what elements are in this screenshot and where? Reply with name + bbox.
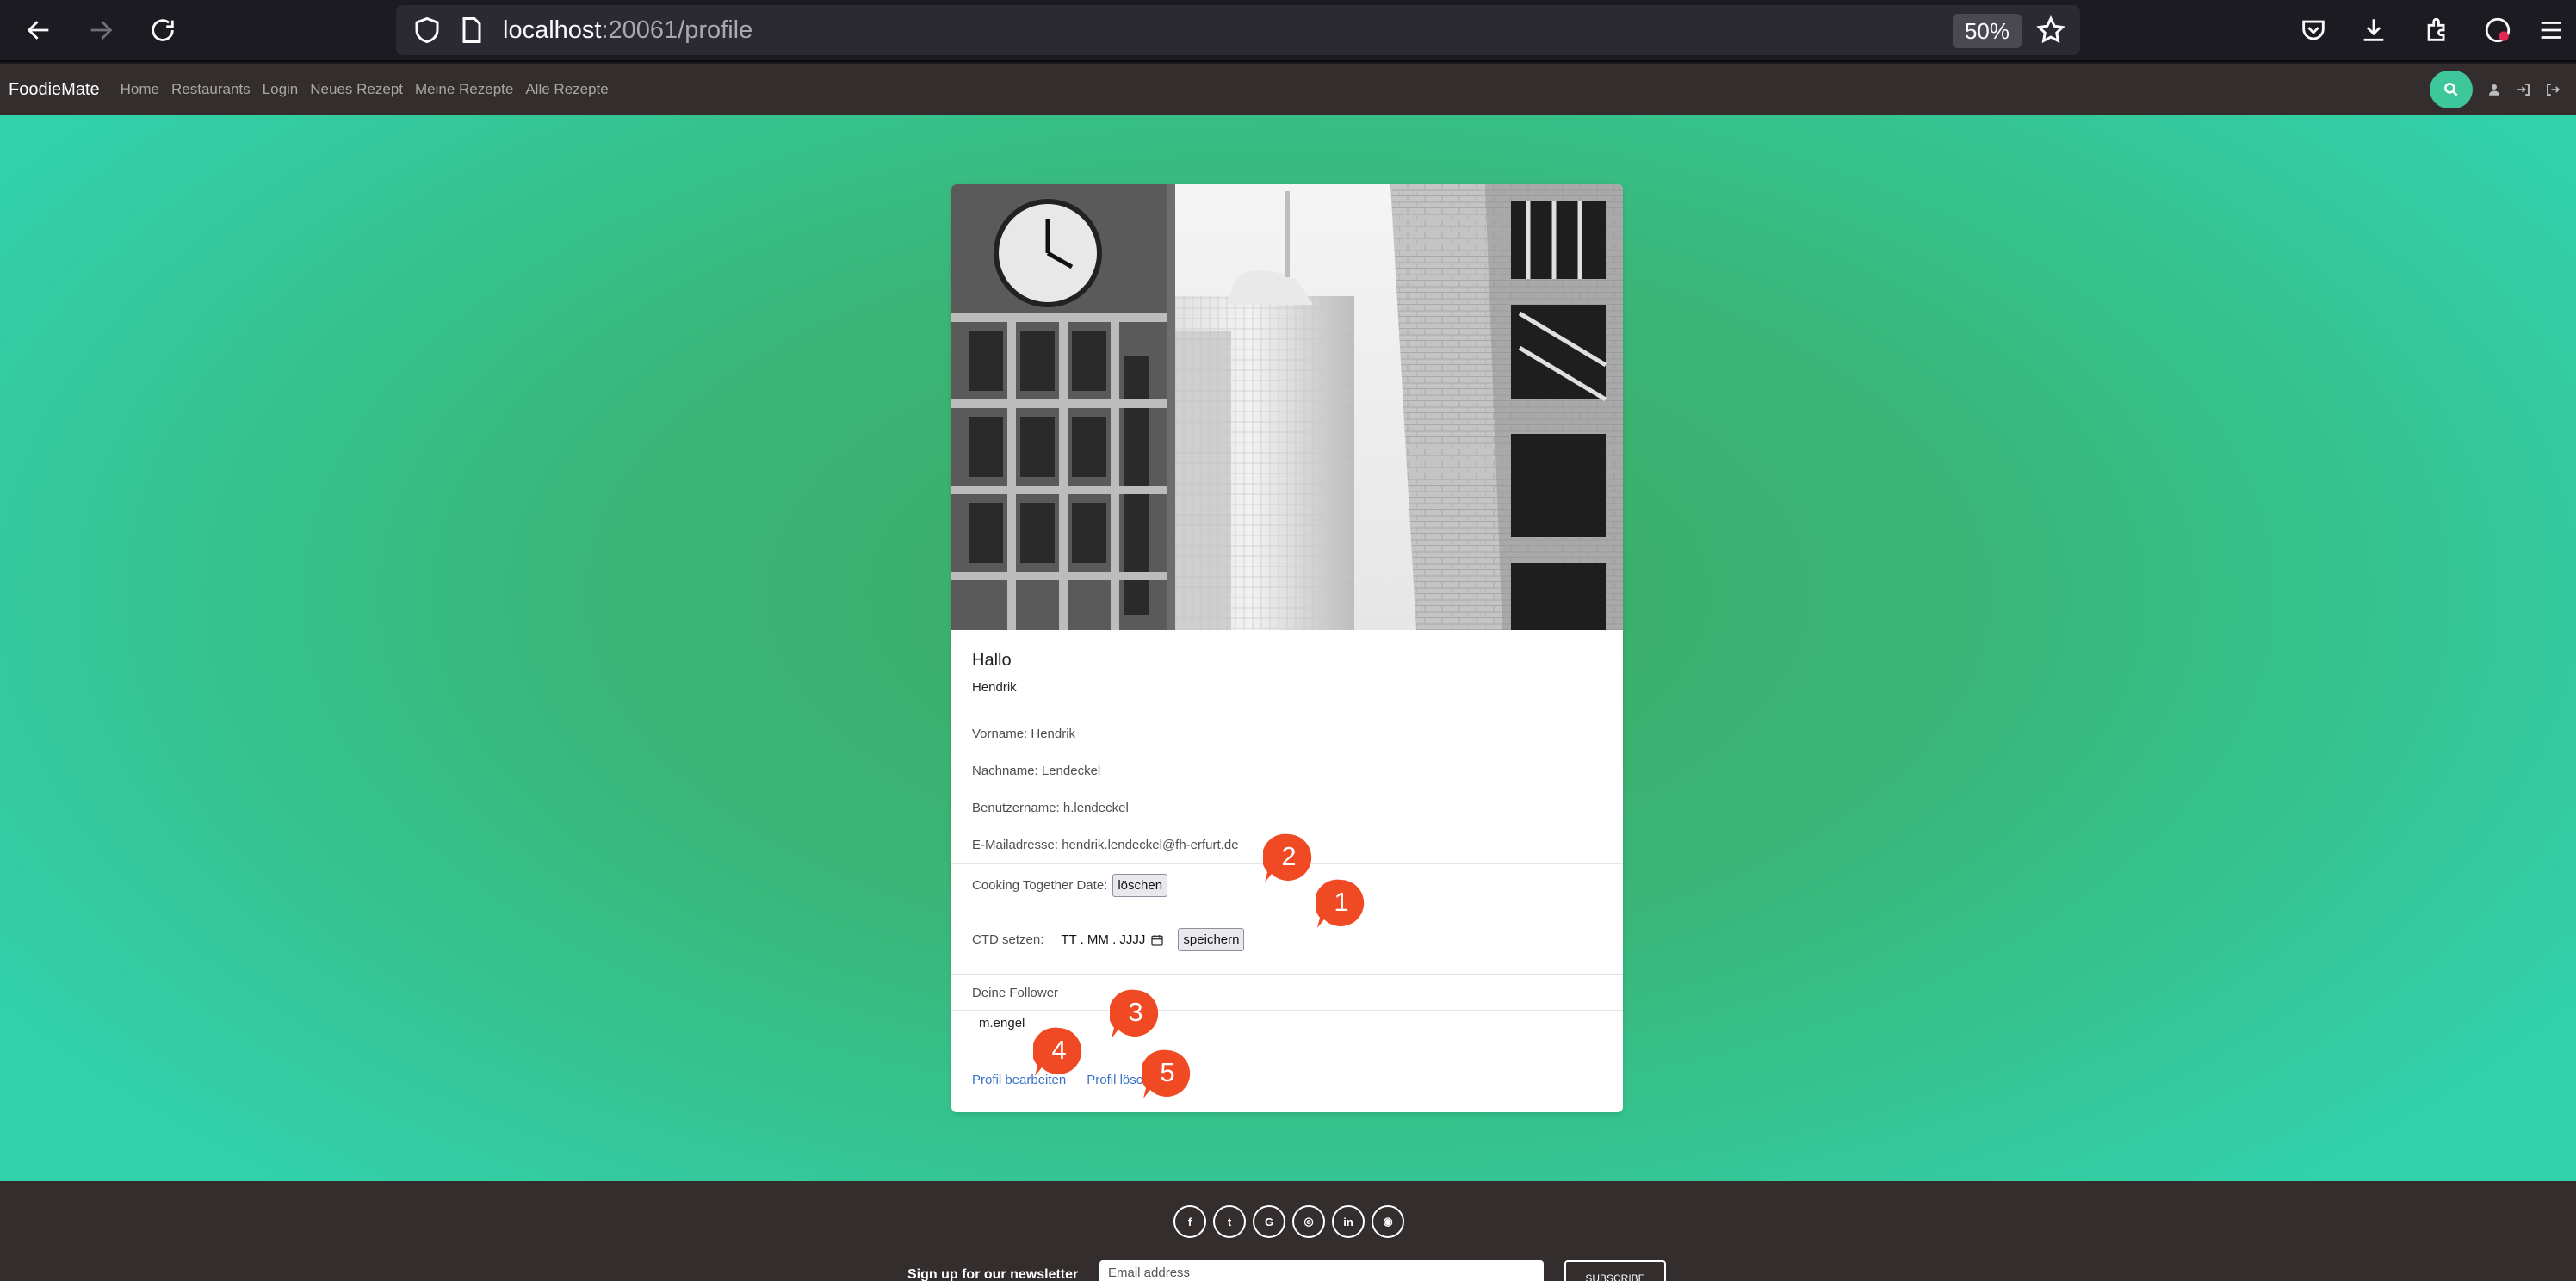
- ctd-set-row: CTD setzen: TT . MM . JJJJ speichern: [951, 907, 1623, 972]
- url-path: :20061/profile: [601, 16, 753, 44]
- calendar-icon[interactable]: [1150, 933, 1164, 947]
- download-icon[interactable]: [2354, 10, 2393, 50]
- back-icon[interactable]: [19, 10, 59, 50]
- reload-icon[interactable]: [143, 10, 183, 50]
- social-links: f t G ◎ in ◉: [1173, 1205, 1404, 1238]
- github-icon[interactable]: ◉: [1372, 1205, 1404, 1238]
- annotation-number-2: 2: [1281, 841, 1297, 871]
- search-icon: [2444, 83, 2458, 96]
- annotation-marker-2: 2: [1263, 832, 1315, 884]
- field-benutzername: Benutzername: h.lendeckel: [951, 789, 1623, 826]
- ctd-delete-button[interactable]: löschen: [1112, 874, 1168, 897]
- ctd-date-input[interactable]: TT . MM . JJJJ: [1061, 932, 1164, 947]
- url-host: localhost: [503, 16, 602, 44]
- annotation-marker-4: 4: [1033, 1026, 1085, 1078]
- url-text[interactable]: localhost:20061/profile: [503, 16, 752, 45]
- pocket-icon[interactable]: [2294, 10, 2333, 50]
- nav-restaurants[interactable]: Restaurants: [171, 81, 251, 98]
- main-content: Hallo Hendrik Vorname: Hendrik Nachname:…: [0, 115, 2576, 1181]
- site-footer: f t G ◎ in ◉ Sign up for our newsletter …: [0, 1181, 2576, 1281]
- extensions-icon[interactable]: [2418, 10, 2457, 50]
- ctd-set-label: CTD setzen:: [972, 932, 1044, 947]
- nav-meine-rezepte[interactable]: Meine Rezepte: [415, 81, 513, 98]
- annotation-marker-1: 1: [1316, 878, 1367, 930]
- date-placeholder: TT . MM . JJJJ: [1061, 932, 1146, 947]
- nav-login[interactable]: Login: [263, 81, 299, 98]
- forward-icon[interactable]: [81, 10, 121, 50]
- annotation-number-4: 4: [1051, 1035, 1067, 1065]
- profile-card: Hallo Hendrik Vorname: Hendrik Nachname:…: [951, 184, 1623, 1112]
- twitter-icon[interactable]: t: [1213, 1205, 1246, 1238]
- annotation-number-1: 1: [1334, 887, 1349, 917]
- annotation-marker-3: 3: [1110, 988, 1161, 1040]
- profile-cover-image: [951, 184, 1623, 630]
- brand-logo[interactable]: FoodieMate: [9, 80, 100, 100]
- ctd-label: Cooking Together Date:: [972, 878, 1108, 893]
- site-navbar: FoodieMate Home Restaurants Login Neues …: [0, 64, 2576, 115]
- search-button[interactable]: [2430, 71, 2473, 108]
- followers-divider: [951, 1010, 1623, 1011]
- instagram-icon[interactable]: ◎: [1292, 1205, 1325, 1238]
- follower-item[interactable]: m.engel: [979, 1016, 1025, 1030]
- greeting-name: Hendrik: [972, 680, 1017, 695]
- navbar-actions: [2430, 71, 2561, 108]
- newsletter-label: Sign up for our newsletter: [907, 1267, 1079, 1281]
- facebook-icon[interactable]: f: [1173, 1205, 1206, 1238]
- annotation-number-3: 3: [1128, 997, 1143, 1027]
- google-icon[interactable]: G: [1253, 1205, 1285, 1238]
- nav-neues-rezept[interactable]: Neues Rezept: [310, 81, 403, 98]
- annotation-marker-5: 5: [1142, 1049, 1193, 1100]
- logout-icon[interactable]: [2545, 82, 2561, 97]
- newsletter-email-input[interactable]: Email address: [1099, 1260, 1544, 1281]
- login-icon[interactable]: [2516, 82, 2531, 97]
- address-bar[interactable]: localhost:20061/profile 50%: [396, 5, 2080, 55]
- nav-home[interactable]: Home: [121, 81, 159, 98]
- subscribe-button[interactable]: SUBSCRIBE: [1564, 1260, 1666, 1281]
- field-vorname: Vorname: Hendrik: [951, 715, 1623, 752]
- ctd-save-button[interactable]: speichern: [1178, 928, 1245, 951]
- user-icon[interactable]: [2486, 82, 2502, 97]
- linkedin-icon[interactable]: in: [1332, 1205, 1365, 1238]
- menu-icon[interactable]: [2531, 10, 2571, 50]
- annotation-number-5: 5: [1160, 1057, 1175, 1087]
- greeting-title: Hallo: [972, 651, 1012, 670]
- bookmark-star-icon[interactable]: [2035, 15, 2066, 46]
- zoom-badge[interactable]: 50%: [1953, 14, 2022, 48]
- followers-heading: Deine Follower: [951, 974, 1623, 1010]
- account-icon[interactable]: [2478, 10, 2517, 50]
- page-icon[interactable]: [456, 15, 487, 46]
- browser-toolbar: localhost:20061/profile 50%: [0, 0, 2576, 62]
- field-nachname: Nachname: Lendeckel: [951, 752, 1623, 789]
- nav-alle-rezepte[interactable]: Alle Rezepte: [525, 81, 608, 98]
- shield-icon[interactable]: [412, 15, 443, 46]
